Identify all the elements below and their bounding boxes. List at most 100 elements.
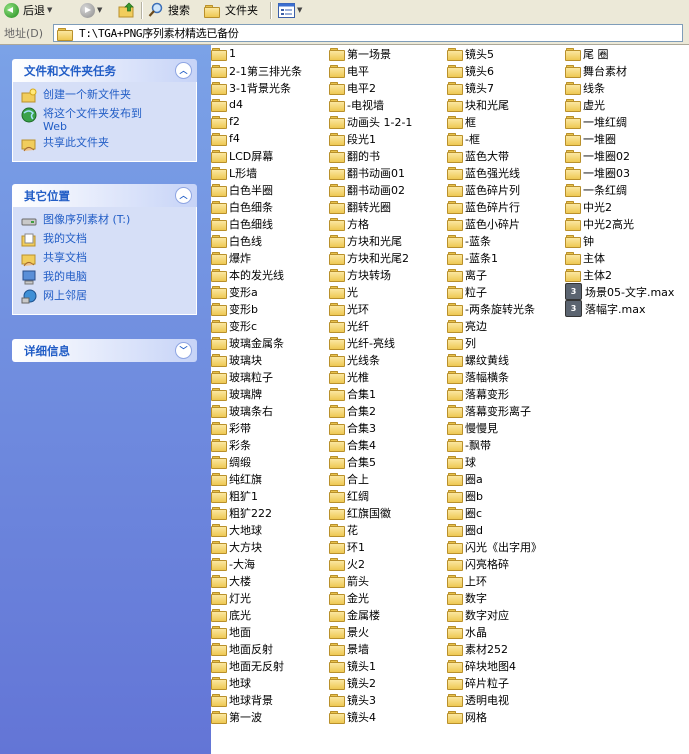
folder-item[interactable]: 白色细线 xyxy=(211,215,329,232)
folder-item[interactable]: 钟 xyxy=(565,232,683,249)
folder-item[interactable]: 素材252 xyxy=(447,640,565,657)
folder-item[interactable]: 翻书动画02 xyxy=(329,181,447,198)
folder-item[interactable]: 粗犷1 xyxy=(211,487,329,504)
folder-item[interactable]: -蓝条1 xyxy=(447,249,565,266)
folder-item[interactable]: 红绸 xyxy=(329,487,447,504)
folder-item[interactable]: 白色细条 xyxy=(211,198,329,215)
folder-item[interactable]: 玻璃粒子 xyxy=(211,368,329,385)
folder-item[interactable]: 白色半圈 xyxy=(211,181,329,198)
address-input[interactable]: T:\TGA+PNG序列素材精选已备份 xyxy=(53,24,683,42)
folder-item[interactable]: 地面无反射 xyxy=(211,657,329,674)
folder-item[interactable]: 地球 xyxy=(211,674,329,691)
folder-item[interactable]: 蓝色碎片列 xyxy=(447,181,565,198)
expand-chevron-icon[interactable]: ﹀ xyxy=(175,342,192,359)
folder-item[interactable]: 大方块 xyxy=(211,538,329,555)
folder-item[interactable]: 合集2 xyxy=(329,402,447,419)
folder-item[interactable]: -蓝条 xyxy=(447,232,565,249)
folder-item[interactable]: 亮边 xyxy=(447,317,565,334)
folder-item[interactable]: 玻璃条右 xyxy=(211,402,329,419)
folder-item[interactable]: 合集1 xyxy=(329,385,447,402)
folder-item[interactable]: 景火 xyxy=(329,623,447,640)
folder-item[interactable]: 数字 xyxy=(447,589,565,606)
place-network[interactable]: 网上邻居 xyxy=(21,289,190,305)
folder-item[interactable]: 一堆圈02 xyxy=(565,147,683,164)
folder-item[interactable]: 合集5 xyxy=(329,453,447,470)
forward-button[interactable]: ▼ xyxy=(80,0,102,20)
search-button[interactable]: 搜索 xyxy=(148,0,190,20)
folder-item[interactable]: 光线条 xyxy=(329,351,447,368)
folder-item[interactable]: -飘带 xyxy=(447,436,565,453)
other-places-header[interactable]: 其它位置 ︿ xyxy=(12,184,197,207)
max-file-item[interactable]: 3 场景05-文字.max xyxy=(565,283,683,300)
folder-item[interactable]: 上环 xyxy=(447,572,565,589)
folder-item[interactable]: 灯光 xyxy=(211,589,329,606)
folder-item[interactable]: 花 xyxy=(329,521,447,538)
task-publish-web[interactable]: 将这个文件夹发布到 Web xyxy=(21,107,190,133)
folder-item[interactable]: 环1 xyxy=(329,538,447,555)
folder-item[interactable]: 金属楼 xyxy=(329,606,447,623)
folder-item[interactable]: 镜头7 xyxy=(447,79,565,96)
folder-item[interactable]: 电平 xyxy=(329,62,447,79)
folder-item[interactable]: L形墙 xyxy=(211,164,329,181)
folder-item[interactable]: 蓝色碎片行 xyxy=(447,198,565,215)
folder-item[interactable]: 玻璃块 xyxy=(211,351,329,368)
place-my-computer[interactable]: 我的电脑 xyxy=(21,270,190,286)
folder-item[interactable]: 底光 xyxy=(211,606,329,623)
folder-item[interactable]: 透明电视 xyxy=(447,691,565,708)
folder-item[interactable]: 合上 xyxy=(329,470,447,487)
folder-item[interactable]: 虚光 xyxy=(565,96,683,113)
folder-item[interactable]: 圈a xyxy=(447,470,565,487)
folder-item[interactable]: 落幕变形 xyxy=(447,385,565,402)
folder-item[interactable]: LCD屏幕 xyxy=(211,147,329,164)
folder-item[interactable]: 彩带 xyxy=(211,419,329,436)
details-header[interactable]: 详细信息 ﹀ xyxy=(12,339,197,362)
file-folder-tasks-header[interactable]: 文件和文件夹任务 ︿ xyxy=(12,59,197,82)
folder-item[interactable]: 变形b xyxy=(211,300,329,317)
folder-item[interactable]: 一堆圈03 xyxy=(565,164,683,181)
forward-dropdown-icon[interactable]: ▼ xyxy=(97,6,102,14)
folder-item[interactable]: f2 xyxy=(211,113,329,130)
folder-item[interactable]: -两条旋转光条 xyxy=(447,300,565,317)
folder-item[interactable]: 离子 xyxy=(447,266,565,283)
folder-item[interactable]: 镜头3 xyxy=(329,691,447,708)
place-drive[interactable]: 图像序列素材 (T:) xyxy=(21,213,190,229)
folder-item[interactable]: 白色线 xyxy=(211,232,329,249)
folder-item[interactable]: 线条 xyxy=(565,79,683,96)
folder-item[interactable]: 舞台素材 xyxy=(565,62,683,79)
folder-item[interactable]: 光 xyxy=(329,283,447,300)
place-my-documents[interactable]: 我的文档 xyxy=(21,232,190,248)
place-shared-documents[interactable]: 共享文档 xyxy=(21,251,190,267)
folder-item[interactable]: 水晶 xyxy=(447,623,565,640)
folder-item[interactable]: 翻书动画01 xyxy=(329,164,447,181)
folder-item[interactable]: 3-1背景光条 xyxy=(211,79,329,96)
folder-item[interactable]: 蓝色小碎片 xyxy=(447,215,565,232)
views-dropdown-icon[interactable]: ▼ xyxy=(297,6,302,14)
folder-item[interactable]: 镜头4 xyxy=(329,708,447,725)
folder-item[interactable]: 主体2 xyxy=(565,266,683,283)
folder-item[interactable]: 彩条 xyxy=(211,436,329,453)
folder-item[interactable]: 网格 xyxy=(447,708,565,725)
folder-item[interactable]: 变形c xyxy=(211,317,329,334)
folder-item[interactable]: 光环 xyxy=(329,300,447,317)
folder-item[interactable]: 第一场景 xyxy=(329,45,447,62)
folder-item[interactable]: 一堆红绸 xyxy=(565,113,683,130)
task-share-folder[interactable]: 共享此文件夹 xyxy=(21,136,190,152)
folder-item[interactable]: 2-1第三排光条 xyxy=(211,62,329,79)
folder-item[interactable]: 翻转光圈 xyxy=(329,198,447,215)
folder-item[interactable]: 圈d xyxy=(447,521,565,538)
folder-item[interactable]: 本的发光线 xyxy=(211,266,329,283)
folder-item[interactable]: 大楼 xyxy=(211,572,329,589)
folder-item[interactable]: 镜头6 xyxy=(447,62,565,79)
folder-item[interactable]: 景墙 xyxy=(329,640,447,657)
folder-item[interactable]: 光纤 xyxy=(329,317,447,334)
folder-item[interactable]: 碎块地图4 xyxy=(447,657,565,674)
folder-item[interactable]: 一条红绸 xyxy=(565,181,683,198)
folder-item[interactable]: 金光 xyxy=(329,589,447,606)
folder-item[interactable]: 方块和光尾2 xyxy=(329,249,447,266)
folder-item[interactable]: 列 xyxy=(447,334,565,351)
folder-item[interactable]: 螺纹黄线 xyxy=(447,351,565,368)
max-file-item[interactable]: 3 落幅字.max xyxy=(565,300,683,317)
task-new-folder[interactable]: 创建一个新文件夹 xyxy=(21,88,190,104)
folder-item[interactable]: 玻璃金属条 xyxy=(211,334,329,351)
folder-item[interactable]: 主体 xyxy=(565,249,683,266)
